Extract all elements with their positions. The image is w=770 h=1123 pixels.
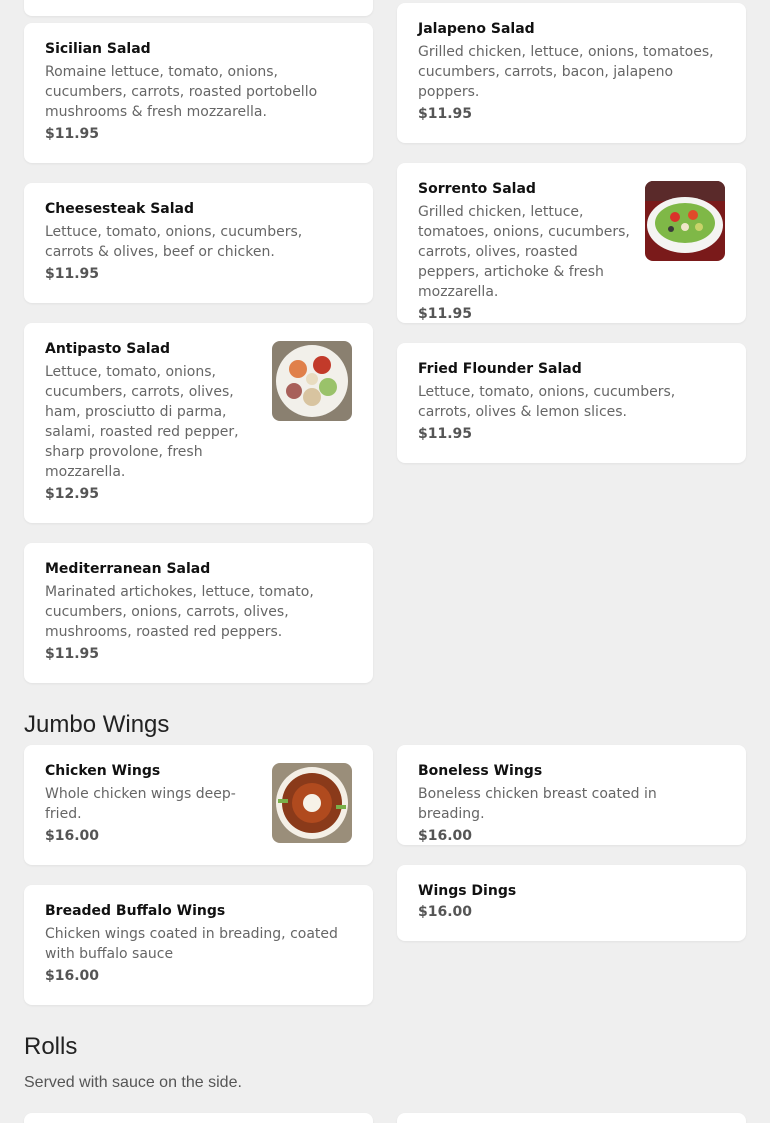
item-description: Boneless chicken breast coated in breadi… xyxy=(418,786,657,822)
item-price: $11.95 xyxy=(418,306,473,322)
item-description: Lettuce, tomato, onions, cucumbers, carr… xyxy=(418,384,676,420)
menu-item-mediterranean-salad[interactable]: Mediterranean Salad Marinated artichokes… xyxy=(24,543,373,683)
item-name: Sicilian Salad xyxy=(45,41,151,57)
chicken-wings-photo xyxy=(272,763,352,843)
menu-item-card-partial[interactable] xyxy=(24,1113,373,1123)
menu-item-sicilian-salad[interactable]: Sicilian Salad Romaine lettuce, tomato, … xyxy=(24,23,373,163)
sorrento-salad-photo xyxy=(645,181,725,261)
item-name: Boneless Wings xyxy=(418,763,543,779)
menu-item-card-partial[interactable] xyxy=(397,1113,746,1123)
section-subtitle-rolls: Served with sauce on the side. xyxy=(24,1074,242,1091)
item-description: Whole chicken wings deep-fried. xyxy=(45,786,236,822)
item-name: Antipasto Salad xyxy=(45,341,171,357)
item-description: Lettuce, tomato, onions, cucumbers, carr… xyxy=(45,224,303,260)
item-name: Cheesesteak Salad xyxy=(45,201,195,217)
menu-item-boneless-wings[interactable]: Boneless Wings Boneless chicken breast c… xyxy=(397,745,746,845)
item-price: $11.95 xyxy=(418,426,473,442)
item-description: Grilled chicken, lettuce, onions, tomato… xyxy=(418,44,714,100)
antipasto-salad-photo xyxy=(272,341,352,421)
item-price: $11.95 xyxy=(45,266,100,282)
item-price: $16.00 xyxy=(418,828,473,844)
menu-item-antipasto-salad[interactable]: Antipasto Salad Lettuce, tomato, onions,… xyxy=(24,323,373,523)
item-price: $16.00 xyxy=(45,968,100,984)
item-price: $11.95 xyxy=(45,646,100,662)
menu-item-breaded-buffalo-wings[interactable]: Breaded Buffalo Wings Chicken wings coat… xyxy=(24,885,373,1005)
item-description: Lettuce, tomato, onions, cucumbers, carr… xyxy=(45,364,239,480)
item-price: $16.00 xyxy=(45,828,100,844)
item-price: $11.95 xyxy=(45,126,100,142)
item-name: Sorrento Salad xyxy=(418,181,536,197)
item-name: Breaded Buffalo Wings xyxy=(45,903,226,919)
menu-item-chicken-wings[interactable]: Chicken Wings Whole chicken wings deep-f… xyxy=(24,745,373,865)
item-name: Fried Flounder Salad xyxy=(418,361,582,377)
menu-item-sorrento-salad[interactable]: Sorrento Salad Grilled chicken, lettuce,… xyxy=(397,163,746,323)
item-description: Grilled chicken, lettuce, tomatoes, onio… xyxy=(418,204,630,300)
item-description: Marinated artichokes, lettuce, tomato, c… xyxy=(45,584,314,640)
item-price: $16.00 xyxy=(418,904,473,920)
menu-item-jalapeno-salad[interactable]: Jalapeno Salad Grilled chicken, lettuce,… xyxy=(397,3,746,143)
menu-item-wings-dings[interactable]: Wings Dings $16.00 xyxy=(397,865,746,941)
item-name: Jalapeno Salad xyxy=(418,21,535,37)
item-name: Chicken Wings xyxy=(45,763,161,779)
menu-item-fried-flounder-salad[interactable]: Fried Flounder Salad Lettuce, tomato, on… xyxy=(397,343,746,463)
item-price: $11.95 xyxy=(418,106,473,122)
item-description: Romaine lettuce, tomato, onions, cucumbe… xyxy=(45,64,318,120)
item-name: Mediterranean Salad xyxy=(45,561,211,577)
menu-item-card-partial[interactable] xyxy=(24,0,373,16)
section-title-rolls: Rolls xyxy=(24,1033,78,1060)
item-name: Wings Dings xyxy=(418,883,517,899)
item-description: Chicken wings coated in breading, coated… xyxy=(45,926,338,962)
item-price: $12.95 xyxy=(45,486,100,502)
section-title-jumbo-wings: Jumbo Wings xyxy=(24,711,170,738)
menu-item-cheesesteak-salad[interactable]: Cheesesteak Salad Lettuce, tomato, onion… xyxy=(24,183,373,303)
